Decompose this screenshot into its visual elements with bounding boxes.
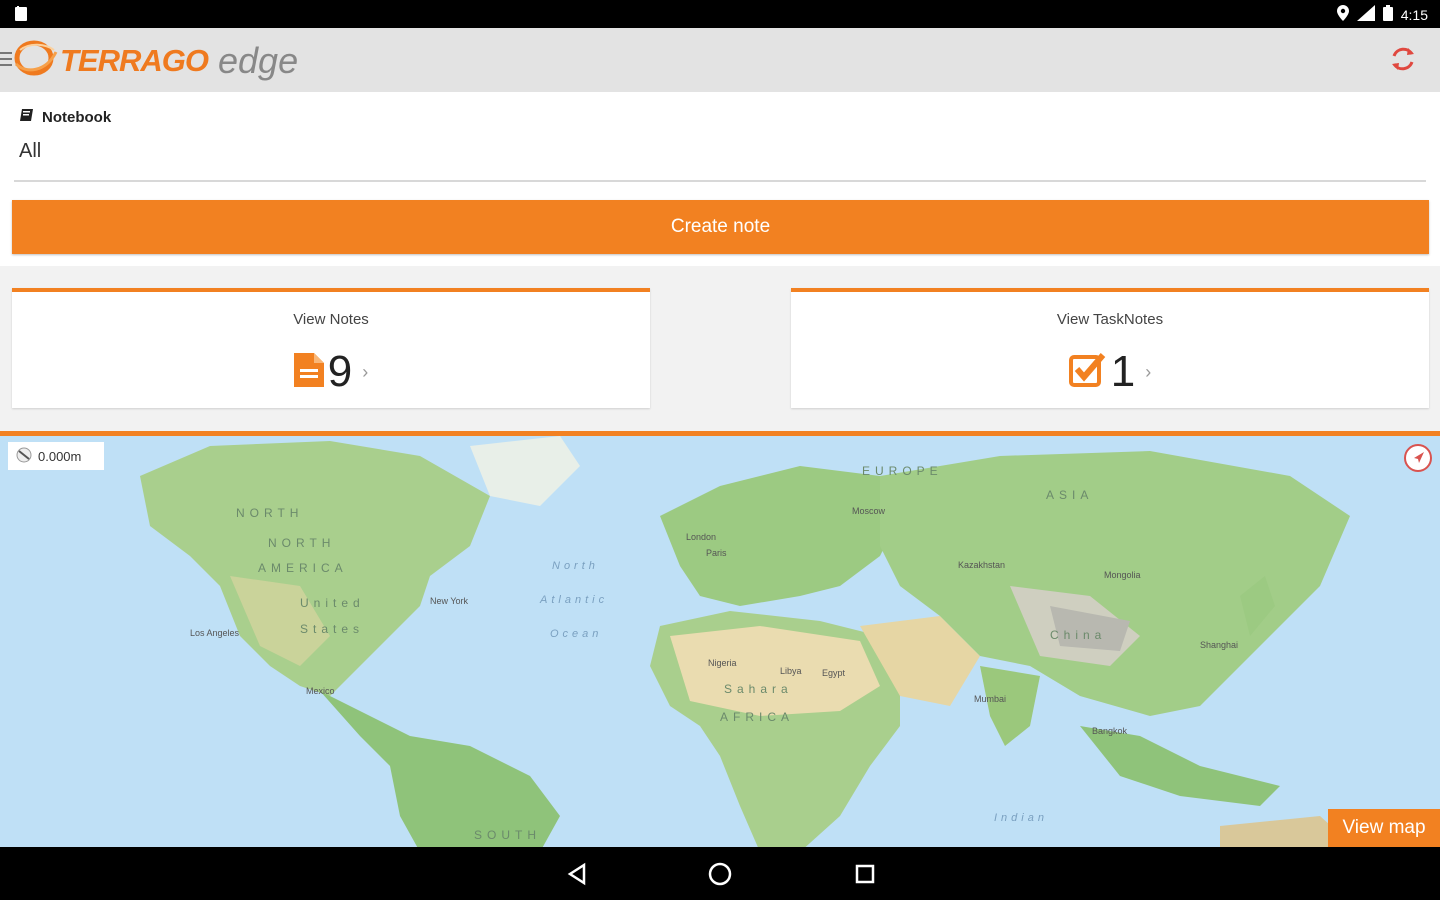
map-city-los-angeles: Los Angeles bbox=[190, 628, 240, 638]
tasknotes-count: 1 bbox=[1110, 347, 1136, 396]
map-city-mongolia: Mongolia bbox=[1104, 570, 1141, 580]
map-label-china: China bbox=[1050, 628, 1107, 642]
status-icons: 4:15 bbox=[1336, 5, 1428, 24]
brand-name: TERRAGO bbox=[60, 42, 209, 78]
notebook-select-underline bbox=[14, 180, 1426, 182]
map-label-africa: AFRICA bbox=[720, 710, 795, 724]
view-notes-card[interactable]: View Notes 9 › bbox=[12, 288, 650, 408]
map-view[interactable]: NORTH NORTH AMERICA United States North … bbox=[0, 431, 1440, 847]
app-root: 4:15 TERRAGO edge Notebook All Create no… bbox=[0, 0, 1440, 900]
map-city-moscow: Moscow bbox=[852, 506, 886, 516]
compass-icon[interactable] bbox=[1404, 444, 1432, 472]
scale-compass-icon bbox=[16, 447, 32, 466]
chevron-right-icon: › bbox=[362, 361, 369, 382]
view-tasknotes-stat: 1 › bbox=[791, 348, 1429, 396]
map-city-kazakhstan: Kazakhstan bbox=[958, 560, 1006, 570]
map-city-london: London bbox=[686, 532, 717, 542]
battery-icon bbox=[1382, 5, 1393, 24]
view-map-button[interactable]: View map bbox=[1328, 809, 1440, 847]
app-logo: TERRAGO edge bbox=[14, 38, 298, 83]
map-label-ocean: Ocean bbox=[550, 628, 603, 640]
task-checkbox-icon bbox=[1068, 352, 1107, 392]
map-label-europe: EUROPE bbox=[862, 464, 943, 478]
map-city-nigeria: Nigeria bbox=[708, 658, 737, 668]
view-tasknotes-title: View TaskNotes bbox=[1056, 311, 1164, 328]
sync-icon[interactable] bbox=[1388, 44, 1418, 74]
system-nav-bar bbox=[0, 847, 1440, 900]
home-icon[interactable] bbox=[707, 861, 733, 887]
map-scale-value: 0.000m bbox=[38, 448, 82, 464]
map-city-libya: Libya bbox=[780, 666, 802, 676]
hamburger-menu-icon[interactable] bbox=[0, 52, 12, 66]
map-label-north-ocean: North bbox=[552, 560, 599, 572]
view-notes-stat: 9 › bbox=[12, 348, 650, 396]
note-document-icon bbox=[293, 352, 324, 392]
back-icon[interactable] bbox=[564, 861, 590, 887]
map-label-america: AMERICA bbox=[258, 561, 348, 575]
view-tasknotes-card[interactable]: View TaskNotes 1 › bbox=[791, 288, 1429, 408]
notification-icon bbox=[14, 6, 28, 27]
notebook-section: Notebook All Create note bbox=[0, 92, 1440, 266]
map-label-indian: Indian bbox=[994, 812, 1048, 824]
map-label-south: SOUTH bbox=[474, 828, 541, 842]
app-bar: TERRAGO edge bbox=[0, 28, 1440, 92]
terrago-swirl-icon bbox=[14, 38, 58, 83]
map-city-shanghai: Shanghai bbox=[1200, 640, 1239, 650]
product-name: edge bbox=[218, 39, 299, 81]
map-label-atlantic: Atlantic bbox=[540, 594, 609, 606]
create-note-button[interactable]: Create note bbox=[12, 200, 1429, 254]
location-icon bbox=[1336, 5, 1349, 24]
notebook-select[interactable]: All bbox=[19, 140, 41, 163]
map-scale: 0.000m bbox=[8, 442, 104, 470]
map-city-mexico: Mexico bbox=[306, 686, 335, 696]
recents-icon[interactable] bbox=[852, 861, 878, 887]
status-bar: 4:15 bbox=[0, 0, 1440, 28]
map-label-states: States bbox=[300, 622, 365, 636]
status-time: 4:15 bbox=[1400, 6, 1428, 23]
map-city-paris: Paris bbox=[706, 548, 727, 558]
view-notes-title: View Notes bbox=[293, 311, 369, 328]
notebook-label-row: Notebook bbox=[20, 108, 111, 126]
map-label-asia: ASIA bbox=[1046, 488, 1094, 502]
map-label-sahara: Sahara bbox=[724, 682, 793, 696]
map-city-mumbai: Mumbai bbox=[974, 694, 1007, 704]
map-city-egypt: Egypt bbox=[822, 668, 846, 678]
map-city-bangkok: Bangkok bbox=[1092, 726, 1128, 736]
notebook-label: Notebook bbox=[42, 108, 112, 126]
map-label-canada: NORTH bbox=[236, 506, 304, 520]
map-label-united: United bbox=[300, 596, 365, 610]
map-city-new-york: New York bbox=[430, 596, 469, 606]
chevron-right-icon: › bbox=[1145, 361, 1152, 382]
map-label-north: NORTH bbox=[268, 536, 336, 550]
notes-count: 9 bbox=[327, 347, 353, 396]
signal-icon bbox=[1356, 5, 1375, 24]
notebook-icon bbox=[20, 108, 36, 126]
